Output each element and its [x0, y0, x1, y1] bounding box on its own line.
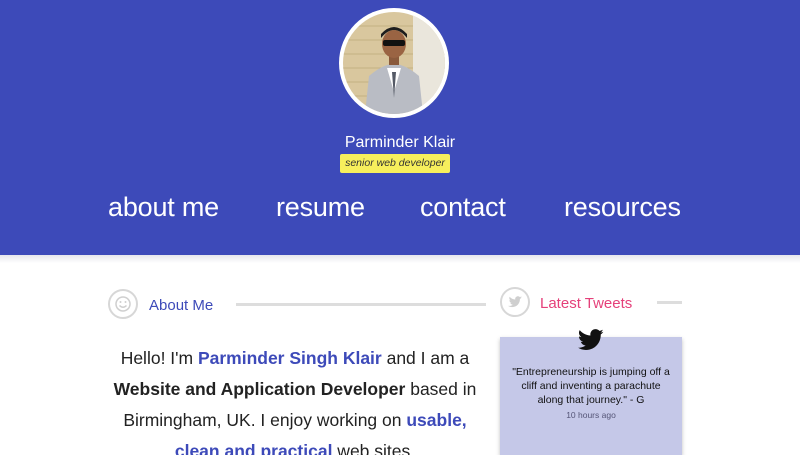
twitter-bird-icon	[577, 329, 604, 351]
nav-resume[interactable]: resume	[276, 192, 365, 223]
about-text-part: web sites.	[332, 441, 416, 455]
about-text-part: and I am a	[381, 348, 470, 368]
about-role-highlight: Website and Application Developer	[113, 379, 406, 399]
about-paragraph: Hello! I'm Parminder Singh Klair and I a…	[100, 343, 490, 455]
smiley-icon	[108, 289, 138, 319]
tweet-card[interactable]: "Entrepreneurship is jumping off a cliff…	[500, 337, 682, 455]
nav-resources[interactable]: resources	[564, 192, 681, 223]
about-name-highlight: Parminder Singh Klair	[197, 348, 382, 368]
site-header: Parminder Klair senior web developer abo…	[0, 0, 800, 255]
about-me-heading: About Me	[149, 297, 214, 314]
header-shadow	[0, 255, 800, 263]
twitter-icon	[500, 287, 530, 317]
tweets-divider	[657, 301, 682, 304]
profile-photo	[343, 12, 445, 114]
nav-contact[interactable]: contact	[420, 192, 506, 223]
tweet-timestamp: 10 hours ago	[566, 410, 616, 420]
avatar[interactable]	[339, 8, 449, 118]
job-title-badge: senior web developer	[340, 154, 450, 173]
latest-tweets-heading: Latest Tweets	[540, 295, 633, 312]
nav-about-me[interactable]: about me	[108, 192, 219, 223]
tweet-text: "Entrepreneurship is jumping off a cliff…	[512, 366, 670, 406]
about-divider	[236, 303, 486, 306]
profile-name: Parminder Klair	[344, 134, 456, 151]
about-text-part: Hello! I'm	[120, 348, 198, 368]
